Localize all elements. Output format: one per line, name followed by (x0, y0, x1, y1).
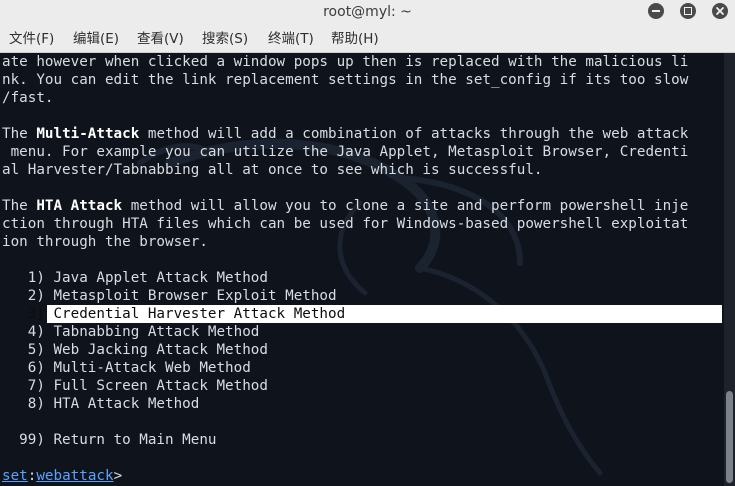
line-text: The (2, 198, 37, 214)
prompt-module: webattack (36, 468, 114, 484)
prompt-suffix: > (113, 468, 123, 484)
maximize-icon (684, 7, 692, 15)
terminal-line: The Multi-Attack method will add a combi… (2, 125, 688, 143)
menu-bar: 文件(F) 编辑(E) 查看(V) 搜索(S) 终端(T) 帮助(H) (0, 26, 735, 53)
terminal-line: ate however when clicked a window pops u… (2, 54, 689, 70)
menu-option: 7) Full Screen Attack Method (2, 378, 268, 394)
menu-edit[interactable]: 编辑(E) (73, 30, 119, 48)
close-icon (716, 7, 724, 15)
terminal-line: ion through the browser. (2, 234, 208, 250)
return-option: 99) Return to Main Menu (2, 432, 217, 448)
menu-option: 1) Java Applet Attack Method (2, 270, 268, 286)
terminal-output[interactable]: ate however when clicked a window pops u… (0, 53, 724, 486)
menu-help[interactable]: 帮助(H) (331, 30, 379, 48)
menu-option: 6) Multi-Attack Web Method (2, 360, 251, 376)
terminal-line: ction through HTA files which can be use… (2, 216, 689, 232)
maximize-button[interactable] (680, 3, 696, 19)
command-prompt[interactable]: set:webattack> (2, 467, 122, 485)
minimize-icon (652, 10, 660, 12)
terminal-line: The HTA Attack method will allow you to … (2, 197, 688, 215)
terminal-line: menu. For example you can utilize the Ja… (2, 144, 689, 160)
bold-term: HTA Attack (36, 198, 123, 214)
terminal-line: al Harvester/Tabnabbing all at once to s… (2, 162, 543, 178)
terminal-line: /fast. (2, 90, 54, 106)
menu-terminal[interactable]: 终端(T) (268, 30, 314, 48)
line-text: method will add a combination of attacks… (139, 126, 689, 142)
scrollbar-thumb[interactable] (726, 391, 733, 483)
terminal-line: nk. You can edit the link replacement se… (2, 72, 689, 88)
menu-view[interactable]: 查看(V) (137, 30, 184, 48)
line-text: The (2, 126, 37, 142)
menu-file[interactable]: 文件(F) (9, 30, 54, 48)
menu-option-selected: 3) Credential Harvester Attack Method (2, 306, 346, 322)
vertical-scrollbar[interactable] (724, 53, 735, 486)
title-bar[interactable]: root@myl: ~ (0, 0, 735, 27)
window-title: root@myl: ~ (323, 4, 412, 20)
menu-option: 4) Tabnabbing Attack Method (2, 324, 260, 340)
close-button[interactable] (712, 3, 728, 19)
menu-option: 2) Metasploit Browser Exploit Method (2, 288, 337, 304)
menu-option: 8) HTA Attack Method (2, 396, 200, 412)
terminal-window: root@myl: ~ 文件(F) 编辑(E) 查看(V) 搜索(S) 终端(T… (0, 0, 735, 486)
prompt-prefix: set (2, 468, 28, 484)
line-text: method will allow you to clone a site an… (122, 198, 689, 214)
menu-search[interactable]: 搜索(S) (202, 30, 248, 48)
menu-option: 5) Web Jacking Attack Method (2, 342, 268, 358)
bold-term: Multi-Attack (36, 126, 140, 142)
minimize-button[interactable] (648, 3, 664, 19)
